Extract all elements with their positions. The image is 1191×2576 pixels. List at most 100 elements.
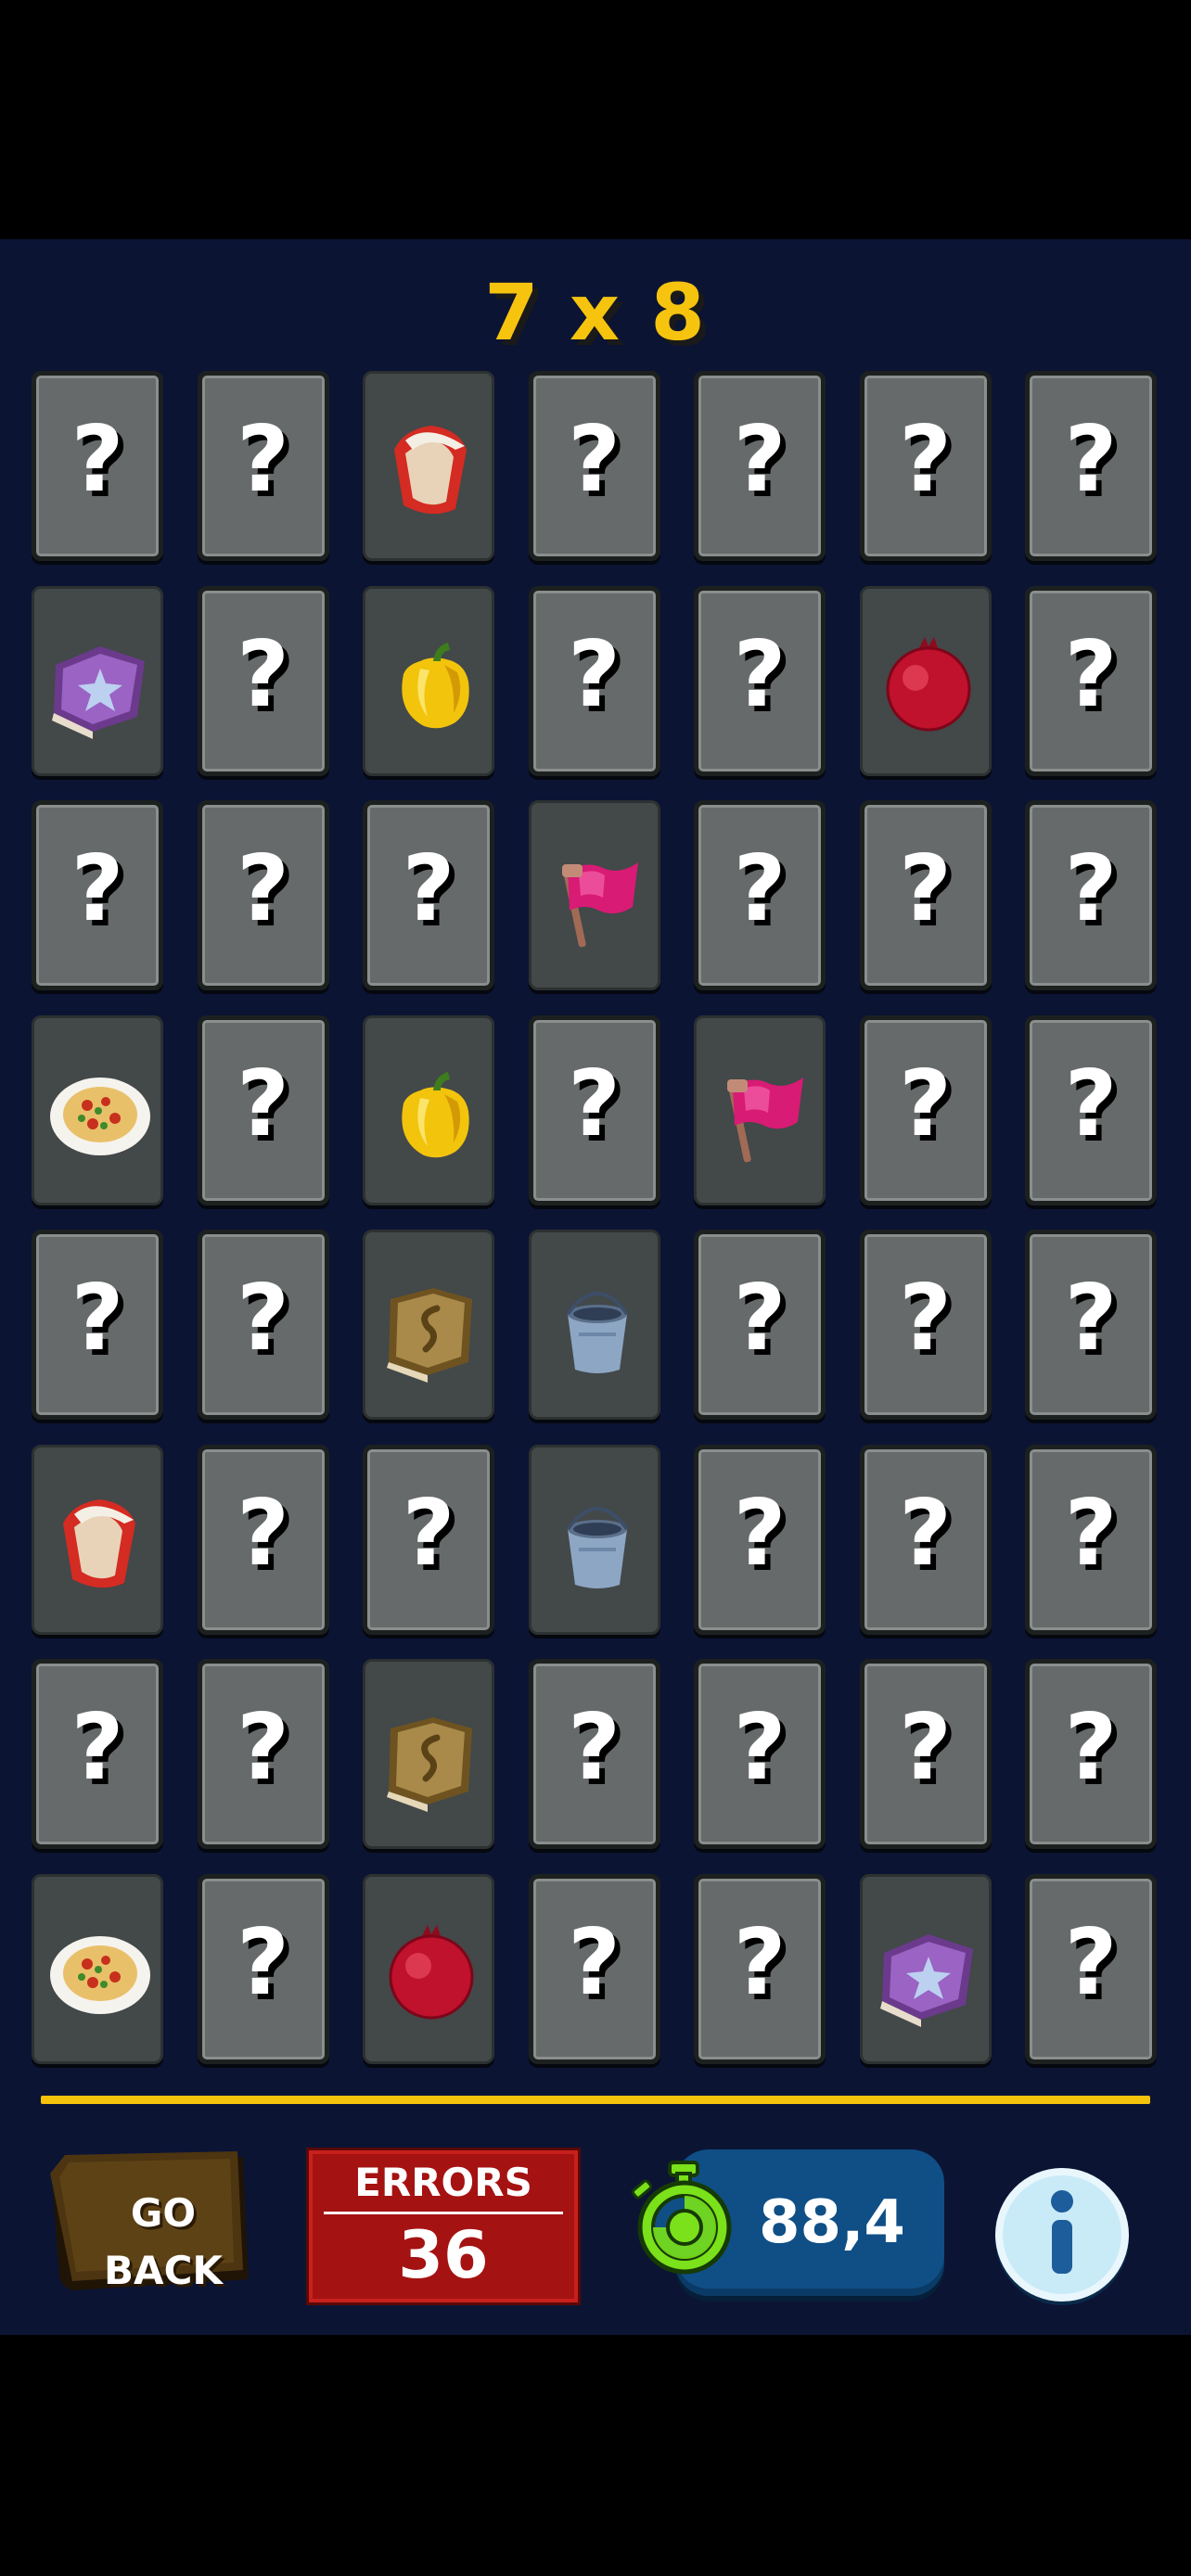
info-icon: [995, 2168, 1129, 2305]
pizza-icon: [50, 1077, 150, 1155]
card-spellbook[interactable]: [859, 1873, 992, 2064]
card-hidden[interactable]: ?: [32, 371, 163, 561]
card-hidden[interactable]: ?: [197, 800, 329, 990]
card-hidden[interactable]: ?: [363, 800, 494, 990]
card-hidden[interactable]: ?: [694, 1659, 826, 1849]
card-hidden[interactable]: ?: [528, 371, 660, 561]
card-hidden[interactable]: ?: [694, 585, 826, 776]
errors-panel: ERRORS 36: [306, 2148, 581, 2305]
card-hidden[interactable]: ?: [859, 1014, 992, 1205]
card-brown-book[interactable]: [363, 1230, 494, 1420]
question-mark: ?: [237, 407, 289, 513]
card-brown-book[interactable]: [363, 1659, 494, 1849]
flag-icon: [561, 862, 638, 948]
question-mark: ?: [237, 1266, 289, 1371]
bag-icon: [63, 1498, 135, 1588]
card-hidden[interactable]: ?: [1025, 585, 1157, 776]
card-pepper[interactable]: [363, 1014, 494, 1205]
question-mark: ?: [899, 836, 952, 942]
errors-count: 36: [398, 2217, 489, 2293]
question-mark: ?: [568, 1909, 621, 2016]
card-pepper[interactable]: [363, 585, 494, 776]
question-mark: ?: [70, 836, 124, 942]
card-hidden[interactable]: ?: [32, 800, 163, 990]
card-hidden[interactable]: ?: [859, 1659, 992, 1849]
card-hidden[interactable]: ?: [197, 1444, 329, 1635]
game-board: 7 x 8 ??????????????????????????????????…: [0, 239, 1191, 2335]
card-hidden[interactable]: ?: [528, 1659, 660, 1849]
card-hidden[interactable]: ?: [859, 1230, 992, 1420]
card-hidden[interactable]: ?: [197, 1230, 329, 1420]
question-mark: ?: [237, 621, 289, 728]
card-flag[interactable]: [528, 800, 660, 990]
stopwatch-icon: [623, 2157, 744, 2281]
card-hidden[interactable]: ?: [32, 1230, 163, 1420]
card-hidden[interactable]: ?: [1025, 800, 1157, 990]
question-mark: ?: [237, 836, 289, 942]
card-hidden[interactable]: ?: [694, 371, 826, 561]
card-hidden[interactable]: ?: [363, 1444, 494, 1635]
brown-book-icon: [387, 1717, 472, 1812]
question-mark: ?: [1064, 621, 1118, 728]
question-mark: ?: [733, 1480, 787, 1587]
card-hidden[interactable]: ?: [197, 1873, 329, 2064]
card-hidden[interactable]: ?: [859, 800, 992, 990]
question-mark: ?: [733, 1695, 787, 1801]
question-mark: ?: [1064, 1266, 1118, 1371]
card-flag[interactable]: [694, 1014, 826, 1205]
question-mark: ?: [237, 1051, 289, 1157]
card-pomegranate[interactable]: [859, 585, 992, 776]
card-hidden[interactable]: ?: [197, 371, 329, 561]
question-mark: ?: [70, 1266, 124, 1371]
card-bag[interactable]: [32, 1444, 163, 1635]
card-hidden[interactable]: ?: [528, 585, 660, 776]
card-hidden[interactable]: ?: [1025, 1014, 1157, 1205]
bag-icon: [394, 426, 467, 515]
question-mark: ?: [568, 621, 621, 728]
card-hidden[interactable]: ?: [1025, 1230, 1157, 1420]
card-hidden[interactable]: ?: [694, 1230, 826, 1420]
card-hidden[interactable]: ?: [197, 1659, 329, 1849]
bucket-icon: [565, 1292, 629, 1373]
card-bag[interactable]: [363, 371, 494, 561]
card-hidden[interactable]: ?: [1025, 1659, 1157, 1849]
brown-book-icon: [387, 1288, 472, 1383]
question-mark: ?: [1064, 836, 1118, 942]
pepper-icon: [402, 642, 469, 728]
pepper-icon: [402, 1071, 469, 1157]
question-mark: ?: [899, 407, 952, 513]
card-pizza[interactable]: [32, 1014, 163, 1205]
card-pomegranate[interactable]: [363, 1873, 494, 2064]
card-hidden[interactable]: ?: [528, 1014, 660, 1205]
card-hidden[interactable]: ?: [694, 1444, 826, 1635]
card-hidden[interactable]: ?: [1025, 1444, 1157, 1635]
question-mark: ?: [899, 1051, 952, 1157]
question-mark: ?: [237, 1909, 289, 2016]
card-hidden[interactable]: ?: [197, 585, 329, 776]
question-mark: ?: [899, 1695, 952, 1801]
errors-label: ERRORS: [354, 2160, 532, 2205]
card-hidden[interactable]: ?: [694, 1873, 826, 2064]
card-hidden[interactable]: ?: [1025, 371, 1157, 561]
card-bucket[interactable]: [528, 1444, 660, 1635]
card-hidden[interactable]: ?: [528, 1873, 660, 2064]
card-hidden[interactable]: ?: [32, 1659, 163, 1849]
spellbook-icon: [879, 1933, 973, 2027]
question-mark: ?: [899, 1266, 952, 1371]
question-mark: ?: [899, 1480, 952, 1587]
card-hidden[interactable]: ?: [859, 371, 992, 561]
flag-icon: [727, 1077, 803, 1162]
go-back-button[interactable]: GO BACK: [46, 2149, 252, 2298]
question-mark: ?: [237, 1695, 289, 1801]
card-spellbook[interactable]: [32, 585, 163, 776]
card-bucket[interactable]: [528, 1230, 660, 1420]
grid-size-title: 7 x 8: [484, 267, 707, 358]
card-hidden[interactable]: ?: [694, 800, 826, 990]
card-hidden[interactable]: ?: [859, 1444, 992, 1635]
question-mark: ?: [568, 407, 621, 513]
info-button[interactable]: [991, 2164, 1133, 2307]
card-pizza[interactable]: [32, 1873, 163, 2064]
question-mark: ?: [1064, 1695, 1118, 1801]
card-hidden[interactable]: ?: [197, 1014, 329, 1205]
card-hidden[interactable]: ?: [1025, 1873, 1157, 2064]
